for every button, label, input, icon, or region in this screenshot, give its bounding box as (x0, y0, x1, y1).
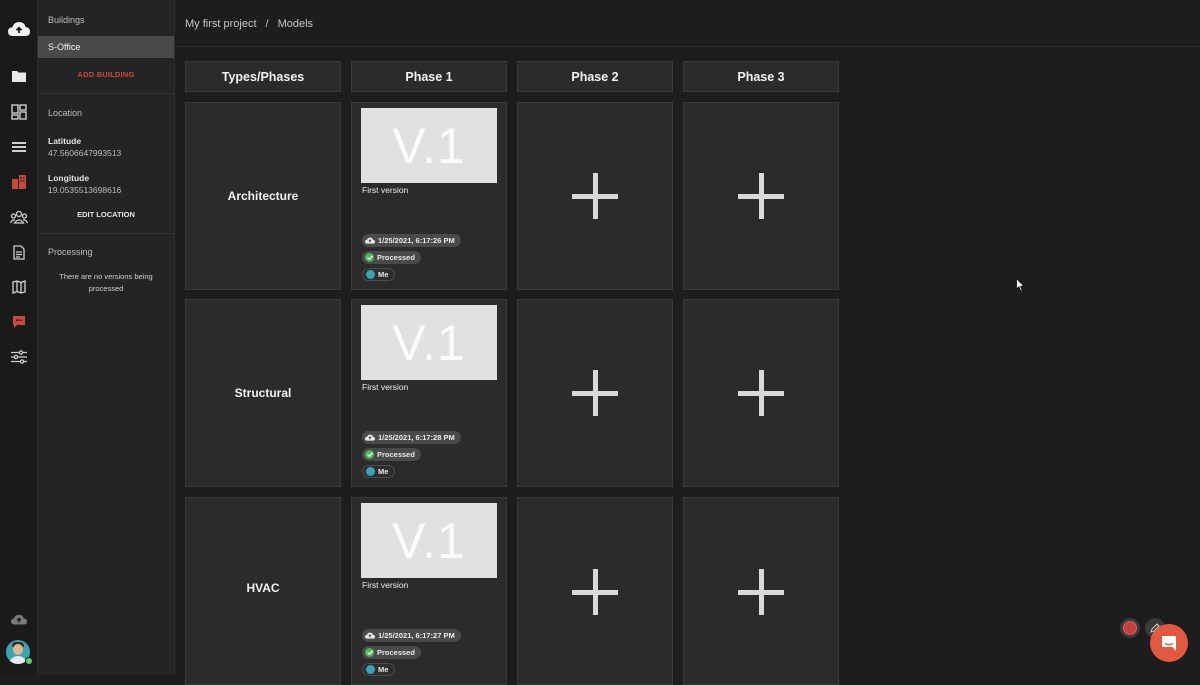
version-card[interactable]: V.1 First version 1/25/2021, 6:17:28 PM … (351, 299, 507, 487)
user-avatar-icon (366, 665, 375, 674)
version-name: First version (362, 185, 409, 195)
header-phase-2: Phase 2 (517, 61, 673, 92)
version-thumbnail[interactable]: V.1 (361, 503, 497, 578)
user-chip: Me (362, 663, 396, 676)
cloud-upload-icon (365, 237, 375, 244)
status-badge: Processed (362, 251, 421, 264)
status-badge: Processed (362, 646, 421, 659)
cloud-logo-icon[interactable] (8, 18, 30, 40)
check-circle-icon (365, 450, 374, 459)
latitude-label: Latitude (48, 136, 82, 146)
header-types-phases: Types/Phases (185, 61, 341, 92)
plus-icon (738, 370, 784, 416)
check-circle-icon (365, 253, 374, 262)
buildings-icon[interactable] (8, 171, 30, 193)
divider (38, 233, 174, 234)
plus-icon (738, 173, 784, 219)
chat-icon (1162, 636, 1176, 651)
user-chip: Me (362, 465, 396, 478)
breadcrumb-current-page: Models (277, 18, 314, 30)
add-building-button[interactable]: ADD BUILDING (38, 70, 174, 79)
type-cell-structural: Structural (185, 299, 341, 487)
user-chip: Me (362, 268, 396, 281)
upload-date: 1/25/2021, 6:17:27 PM (378, 631, 455, 640)
divider (38, 93, 174, 94)
plus-icon (572, 569, 618, 615)
type-cell-hvac: HVAC (185, 497, 341, 685)
upload-date: 1/25/2021, 6:17:28 PM (378, 433, 455, 442)
upload-date-chip: 1/25/2021, 6:17:28 PM (362, 431, 461, 444)
version-card[interactable]: V.1 First version 1/25/2021, 6:17:27 PM … (351, 497, 507, 685)
user-name: Me (378, 665, 389, 674)
upload-date: 1/25/2021, 6:17:26 PM (378, 236, 455, 245)
add-version-button[interactable] (683, 299, 839, 487)
add-version-button[interactable] (517, 497, 673, 685)
breadcrumb: My first project / Models (185, 18, 313, 30)
version-thumbnail[interactable]: V.1 (361, 305, 497, 380)
check-circle-icon (365, 648, 374, 657)
version-name: First version (362, 580, 409, 590)
layers-icon[interactable] (8, 136, 30, 158)
cloud-upload-icon[interactable] (8, 608, 30, 630)
team-icon[interactable] (8, 206, 30, 228)
user-name: Me (378, 270, 389, 279)
breadcrumb-separator: / (265, 18, 269, 30)
document-icon[interactable] (8, 241, 30, 263)
add-version-button[interactable] (517, 299, 673, 487)
version-thumbnail[interactable]: V.1 (361, 108, 497, 183)
version-name: First version (362, 382, 409, 392)
edit-location-button[interactable]: EDIT LOCATION (38, 210, 174, 219)
online-status-icon (25, 657, 33, 665)
record-button[interactable] (1120, 618, 1140, 638)
buildings-title: Buildings (48, 15, 85, 25)
status-badge: Processed (362, 448, 421, 461)
latitude-value: 47.5606647993513 (48, 148, 122, 158)
folder-icon[interactable] (8, 65, 30, 87)
mouse-cursor-icon (1016, 277, 1025, 297)
add-version-button[interactable] (683, 497, 839, 685)
map-icon[interactable] (8, 276, 30, 298)
add-version-button[interactable] (683, 102, 839, 290)
version-card[interactable]: V.1 First version 1/25/2021, 6:17:26 PM … (351, 102, 507, 290)
upload-date-chip: 1/25/2021, 6:17:27 PM (362, 629, 461, 642)
upload-date-chip: 1/25/2021, 6:17:26 PM (362, 234, 461, 247)
type-cell-architecture: Architecture (185, 102, 341, 290)
longitude-value: 19.0535513698616 (48, 185, 122, 195)
user-avatar-icon (366, 270, 375, 279)
add-version-button[interactable] (517, 102, 673, 290)
plus-icon (572, 370, 618, 416)
location-title: Location (48, 108, 83, 118)
header-phase-1: Phase 1 (351, 61, 507, 92)
cloud-upload-icon (365, 434, 375, 441)
top-bar: My first project / Models (175, 0, 1200, 47)
cloud-upload-icon (365, 632, 375, 639)
status-text: Processed (377, 450, 415, 459)
chat-button[interactable] (1150, 624, 1188, 662)
comment-icon[interactable] (8, 311, 30, 333)
icon-rail (0, 0, 38, 675)
longitude-label: Longitude (48, 173, 90, 183)
record-icon (1123, 621, 1137, 635)
plus-icon (572, 173, 618, 219)
building-panel: Buildings S-Office ADD BUILDING Location… (38, 0, 175, 675)
breadcrumb-project-link[interactable]: My first project (185, 18, 257, 30)
header-phase-3: Phase 3 (683, 61, 839, 92)
user-name: Me (378, 467, 389, 476)
settings-sliders-icon[interactable] (8, 346, 30, 368)
user-avatar-icon (366, 467, 375, 476)
status-text: Processed (377, 253, 415, 262)
type-label: HVAC (246, 581, 280, 595)
plus-icon (738, 569, 784, 615)
processing-empty-message: There are no versions being processed (59, 272, 153, 293)
dashboard-icon[interactable] (8, 101, 30, 123)
building-item-s-office[interactable]: S-Office (38, 36, 174, 58)
status-text: Processed (377, 648, 415, 657)
processing-title: Processing (48, 247, 93, 257)
